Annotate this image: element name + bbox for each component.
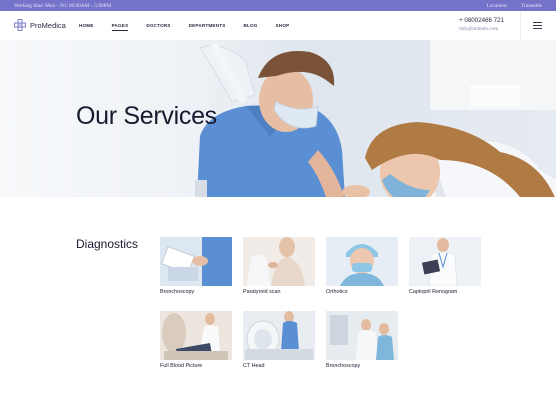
service-card-full-blood-picture[interactable]: Full Blood Picture — [160, 311, 232, 369]
header-divider — [520, 11, 521, 40]
service-label: Captopril Renogram — [409, 289, 458, 295]
section-title: Diagnostics — [76, 237, 139, 251]
service-thumbnail — [243, 311, 315, 360]
nav-departments[interactable]: DEPARTMENTS — [189, 23, 226, 28]
service-thumbnail — [326, 311, 398, 360]
email-address[interactable]: info@mdmdo.com — [459, 26, 504, 32]
service-thumbnail — [326, 237, 398, 286]
service-thumbnail — [160, 237, 232, 286]
nav-home[interactable]: HOME — [79, 23, 94, 28]
hamburger-menu-icon[interactable] — [533, 22, 542, 29]
service-label: Orthotics — [326, 289, 348, 295]
service-card-bronchoscopy-2[interactable]: Bronchoscopy — [326, 311, 398, 369]
medical-cross-icon — [14, 19, 26, 31]
service-thumbnail — [160, 311, 232, 360]
service-label: Full Blood Picture — [160, 363, 203, 369]
service-card-ct-head[interactable]: CT Head — [243, 311, 315, 369]
main-nav: HOME PAGES DOCTORS DEPARTMENTS BLOG SHOP — [79, 23, 307, 31]
hero-banner: Our Services — [0, 40, 556, 197]
timetable-link[interactable]: Timetable — [521, 3, 542, 9]
nav-shop[interactable]: SHOP — [276, 23, 290, 28]
nav-blog[interactable]: BLOG — [243, 23, 257, 28]
working-hours: Working time: Mon – Fri: 09:00AM – 5:00P… — [14, 2, 112, 9]
service-label: Paratyroid scan — [243, 289, 281, 295]
header-contact: + 08002466 721 info@mdmdo.com — [459, 17, 504, 32]
service-card-captopril-renogram[interactable]: Captopril Renogram — [409, 237, 481, 295]
service-card-orthotics[interactable]: Orthotics — [326, 237, 398, 295]
top-links: Locations Timetable — [487, 3, 542, 9]
hero-title: Our Services — [76, 102, 217, 130]
nav-doctors[interactable]: DOCTORS — [146, 23, 170, 28]
service-card-bronchoscopy[interactable]: Bronchoscopy — [160, 237, 232, 295]
logo[interactable]: ProMedica — [14, 19, 66, 31]
site-header: ProMedica HOME PAGES DOCTORS DEPARTMENTS… — [0, 11, 556, 40]
service-thumbnail — [409, 237, 481, 286]
logo-text: ProMedica — [30, 20, 66, 30]
phone-number[interactable]: + 08002466 721 — [459, 17, 504, 24]
top-info-bar: Working time: Mon – Fri: 09:00AM – 5:00P… — [0, 0, 556, 11]
nav-pages[interactable]: PAGES — [111, 23, 129, 31]
service-card-paratyroid-scan[interactable]: Paratyroid scan — [243, 237, 315, 295]
locations-link[interactable]: Locations — [487, 3, 507, 9]
service-label: CT Head — [243, 363, 265, 369]
service-label: Bronchoscopy — [326, 363, 361, 369]
service-thumbnail — [243, 237, 315, 286]
service-label: Bronchoscopy — [160, 289, 195, 295]
